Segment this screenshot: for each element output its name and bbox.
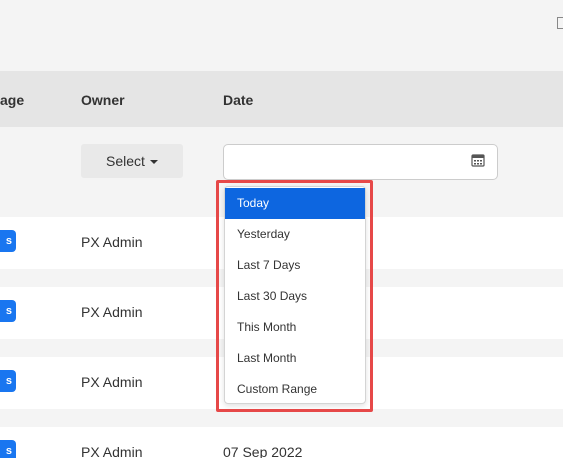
owner-cell: PX Admin — [81, 374, 143, 390]
stage-badge[interactable]: s — [0, 230, 16, 252]
stage-badge[interactable]: s — [0, 300, 16, 322]
date-cell: 07 Sep 2022 — [223, 444, 303, 458]
owner-filter-select[interactable]: Select — [81, 144, 183, 178]
caret-down-icon — [149, 160, 158, 164]
table-row[interactable]: s PX Admin 07 Sep 2022 — [0, 427, 563, 458]
table-header: age Owner Date — [0, 71, 563, 127]
date-option-last-7-days[interactable]: Last 7 Days — [225, 250, 365, 281]
owner-cell: PX Admin — [81, 444, 143, 458]
owner-cell: PX Admin — [81, 304, 143, 320]
date-option-last-month[interactable]: Last Month — [225, 343, 365, 374]
date-range-input[interactable] — [223, 144, 498, 180]
window-edge-icon[interactable] — [557, 17, 563, 29]
date-option-this-month[interactable]: This Month — [225, 312, 365, 343]
owner-filter-label: Select — [106, 153, 145, 169]
row-separator — [0, 409, 563, 427]
date-option-last-30-days[interactable]: Last 30 Days — [225, 281, 365, 312]
date-option-custom-range[interactable]: Custom Range — [225, 374, 365, 405]
date-range-menu: Today Yesterday Last 7 Days Last 30 Days… — [224, 186, 366, 404]
header-stage[interactable]: age — [0, 92, 24, 108]
page: age Owner Date Select s PX Admin s PX Ad… — [0, 0, 563, 458]
date-option-today[interactable]: Today — [225, 188, 365, 219]
header-owner[interactable]: Owner — [81, 92, 125, 108]
owner-cell: PX Admin — [81, 234, 143, 250]
calendar-icon[interactable] — [471, 153, 485, 167]
stage-badge[interactable]: s — [0, 370, 16, 392]
stage-badge[interactable]: s — [0, 440, 16, 458]
date-option-yesterday[interactable]: Yesterday — [225, 219, 365, 250]
header-date[interactable]: Date — [223, 92, 253, 108]
